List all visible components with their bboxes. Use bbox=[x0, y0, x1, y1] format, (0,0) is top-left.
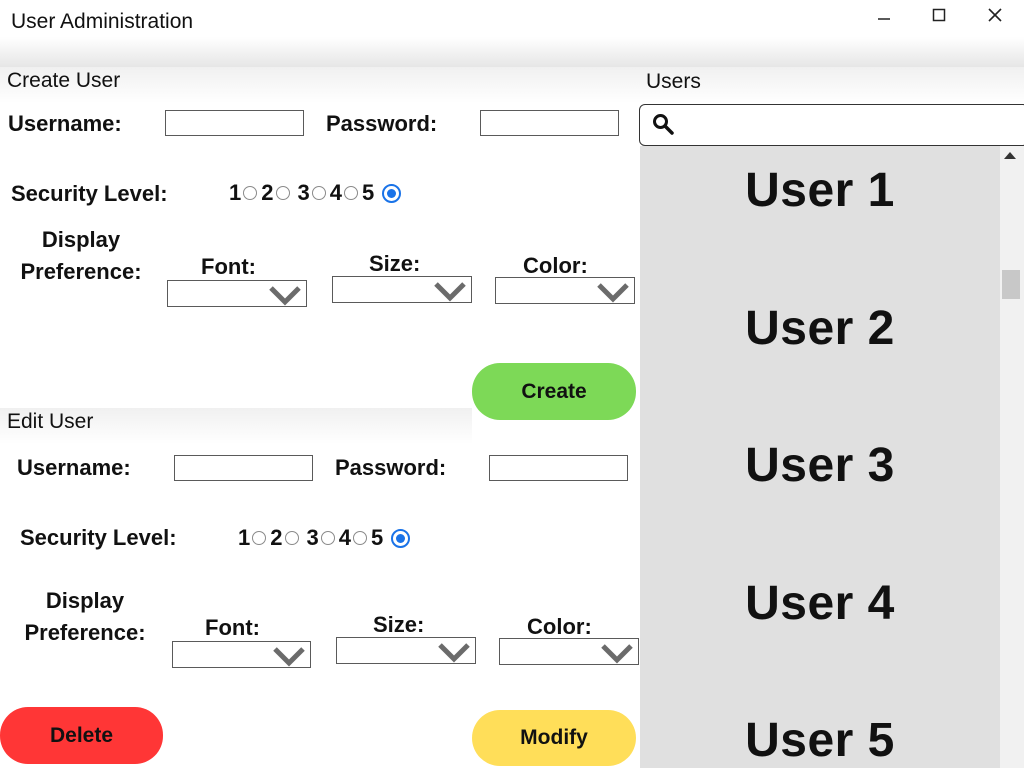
edit-username-input[interactable] bbox=[174, 455, 313, 481]
create-font-dropdown[interactable] bbox=[167, 280, 307, 307]
users-title: Users bbox=[646, 70, 701, 93]
edit-user-header: Edit User bbox=[0, 408, 472, 444]
modify-button[interactable]: Modify bbox=[472, 710, 636, 766]
security-radio-4[interactable] bbox=[353, 531, 367, 545]
create-color-dropdown[interactable] bbox=[495, 277, 635, 304]
security-option-label: 3 bbox=[297, 180, 310, 205]
chevron-down-icon bbox=[273, 647, 305, 667]
edit-size-dropdown[interactable] bbox=[336, 637, 476, 664]
create-user-header: Create User bbox=[0, 67, 640, 103]
create-user-title: Create User bbox=[7, 69, 121, 92]
maximize-icon bbox=[932, 8, 946, 22]
display-label-line1: Display bbox=[41, 227, 121, 252]
scroll-up-arrow[interactable] bbox=[1000, 146, 1020, 166]
edit-color-dropdown[interactable] bbox=[499, 638, 639, 665]
security-option-label: 1 bbox=[238, 525, 251, 550]
minimize-icon bbox=[878, 18, 890, 20]
maximize-button[interactable] bbox=[918, 0, 960, 30]
minimize-button[interactable] bbox=[863, 0, 905, 30]
edit-security-label: Security Level: bbox=[20, 525, 177, 550]
edit-user-title: Edit User bbox=[7, 410, 94, 433]
users-search-input[interactable] bbox=[639, 104, 1024, 146]
security-radio-4[interactable] bbox=[344, 186, 358, 200]
create-size-dropdown[interactable] bbox=[332, 276, 472, 303]
create-password-input[interactable] bbox=[480, 110, 619, 136]
arrow-up-icon bbox=[1004, 152, 1016, 159]
users-scrollbar[interactable] bbox=[1000, 146, 1024, 768]
chevron-down-icon bbox=[438, 643, 470, 663]
close-button[interactable] bbox=[974, 0, 1016, 30]
chevron-down-icon bbox=[269, 286, 301, 306]
security-radio-5-selected[interactable] bbox=[382, 183, 402, 203]
users-list: User 1 User 2 User 3 User 4 User 5 bbox=[640, 146, 1000, 768]
edit-font-dropdown[interactable] bbox=[172, 641, 311, 668]
security-radio-3[interactable] bbox=[320, 531, 335, 545]
edit-size-label: Size: bbox=[373, 612, 425, 637]
edit-font-label: Font: bbox=[205, 615, 260, 640]
window-title: User Administration bbox=[11, 10, 194, 33]
create-username-label: Username: bbox=[8, 111, 122, 136]
security-radio-1[interactable] bbox=[252, 531, 267, 545]
edit-password-label: Password: bbox=[335, 455, 447, 480]
display-label-line1: Display bbox=[45, 588, 125, 613]
create-color-label: Color: bbox=[523, 253, 588, 278]
edit-username-label: Username: bbox=[17, 455, 131, 480]
toolbar-band bbox=[0, 37, 1024, 67]
user-list-item[interactable]: User 2 bbox=[640, 298, 1000, 358]
close-icon bbox=[988, 8, 1002, 22]
create-display-label: Display Preference: bbox=[6, 224, 156, 288]
security-radio-3[interactable] bbox=[311, 186, 326, 200]
security-radio-2[interactable] bbox=[284, 531, 299, 545]
search-icon bbox=[652, 113, 674, 140]
create-size-label: Size: bbox=[369, 251, 421, 276]
security-option-label: 5 bbox=[362, 180, 375, 205]
user-list-item[interactable]: User 3 bbox=[640, 435, 1000, 495]
chevron-down-icon bbox=[597, 283, 629, 303]
create-button[interactable]: Create bbox=[472, 363, 636, 420]
security-option-label: 2 bbox=[270, 525, 283, 550]
security-radio-5-selected[interactable] bbox=[391, 528, 411, 548]
edit-color-label: Color: bbox=[527, 614, 592, 639]
create-font-label: Font: bbox=[201, 254, 256, 279]
edit-security-radio-group: 1 2 3 4 5 bbox=[238, 523, 414, 553]
user-list-item[interactable]: User 5 bbox=[640, 710, 1000, 768]
chevron-down-icon bbox=[601, 644, 633, 664]
security-option-label: 4 bbox=[338, 525, 351, 550]
display-label-line2: Preference: bbox=[20, 259, 142, 284]
create-security-radio-group: 1 2 3 4 5 bbox=[229, 178, 405, 208]
create-password-label: Password: bbox=[326, 111, 438, 136]
user-list-item[interactable]: User 4 bbox=[640, 573, 1000, 633]
security-radio-2[interactable] bbox=[275, 186, 290, 200]
delete-button[interactable]: Delete bbox=[0, 707, 163, 764]
security-option-label: 3 bbox=[306, 525, 319, 550]
user-list-item[interactable]: User 1 bbox=[640, 160, 1000, 220]
scroll-thumb[interactable] bbox=[1002, 270, 1020, 299]
create-security-label: Security Level: bbox=[11, 181, 168, 206]
edit-display-label: Display Preference: bbox=[10, 585, 160, 649]
chevron-down-icon bbox=[434, 282, 466, 302]
edit-password-input[interactable] bbox=[489, 455, 628, 481]
security-option-label: 2 bbox=[261, 180, 274, 205]
security-option-label: 4 bbox=[329, 180, 342, 205]
security-option-label: 1 bbox=[229, 180, 242, 205]
security-option-label: 5 bbox=[371, 525, 384, 550]
security-radio-1[interactable] bbox=[243, 186, 258, 200]
display-label-line2: Preference: bbox=[24, 620, 146, 645]
create-username-input[interactable] bbox=[165, 110, 304, 136]
